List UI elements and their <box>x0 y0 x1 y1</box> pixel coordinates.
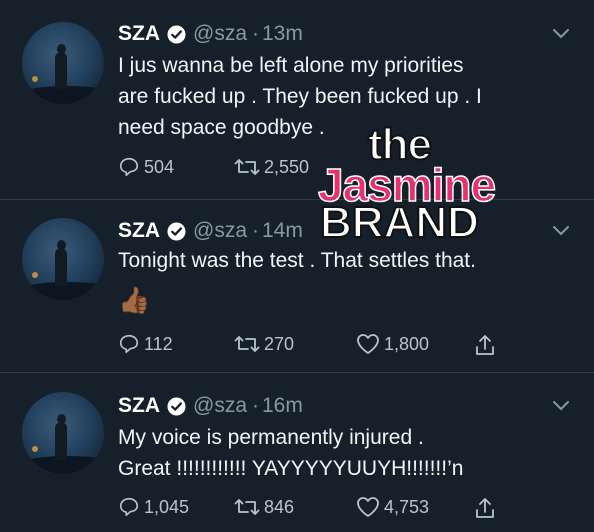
avatar[interactable] <box>22 392 104 474</box>
like-button[interactable]: 4,753 <box>356 496 429 518</box>
tweet-text: Tonight was the test . That settles that… <box>118 249 476 272</box>
user-handle[interactable]: @sza <box>193 219 247 243</box>
tweet-header: SZA @sza · 13m <box>118 22 303 46</box>
retweet-button[interactable]: 270 <box>234 333 294 355</box>
retweet-count: 846 <box>264 496 295 517</box>
timestamp[interactable]: 16m <box>262 394 303 418</box>
tweet-actions: 112 270 1,800 <box>118 333 538 357</box>
separator-dot: · <box>252 394 259 417</box>
retweet-count: 2,550 <box>264 156 310 177</box>
user-handle[interactable]: @sza <box>193 394 247 418</box>
chevron-down-icon[interactable] <box>552 28 570 40</box>
tweet-1[interactable]: SZA @sza · 13m I jus wanna be left alone… <box>0 0 594 200</box>
thumbs-up-emoji: 👍🏾 <box>118 285 151 315</box>
tweet-2[interactable]: SZA @sza · 14m Tonight was the test . Th… <box>0 201 594 373</box>
avatar[interactable] <box>22 218 104 300</box>
share-icon <box>476 498 494 518</box>
retweet-icon <box>234 336 260 352</box>
share-icon <box>476 335 494 355</box>
reply-icon <box>119 497 139 517</box>
avatar[interactable] <box>22 22 104 104</box>
reply-count: 504 <box>144 156 175 177</box>
retweet-count: 270 <box>264 333 295 354</box>
separator-dot: · <box>252 219 259 242</box>
retweet-icon <box>234 159 260 175</box>
share-button[interactable] <box>474 496 500 520</box>
tweet-text: My voice is permanently injured . Great … <box>118 426 464 480</box>
tweet-actions: 1,045 846 4,753 <box>118 496 538 520</box>
retweet-button[interactable]: 846 <box>234 496 294 518</box>
heart-icon <box>357 334 379 354</box>
user-handle[interactable]: @sza <box>193 22 247 46</box>
verified-badge-icon <box>167 24 186 44</box>
reply-count: 112 <box>144 333 173 354</box>
chevron-down-icon[interactable] <box>552 225 570 237</box>
display-name[interactable]: SZA <box>118 219 160 243</box>
retweet-button[interactable]: 2,550 <box>234 156 309 178</box>
reply-count: 1,045 <box>144 496 190 517</box>
share-button[interactable] <box>474 333 500 357</box>
reply-button[interactable]: 112 <box>118 333 173 355</box>
timestamp[interactable]: 13m <box>262 22 303 46</box>
verified-badge-icon <box>167 221 186 241</box>
reply-icon <box>119 157 139 177</box>
tweet-header: SZA @sza · 16m <box>118 394 303 418</box>
verified-badge-icon <box>167 396 186 416</box>
tweet-text: I jus wanna be left alone my priorities … <box>118 54 482 139</box>
like-button[interactable]: 1,800 <box>356 333 429 355</box>
tweet-actions: 504 2,550 <box>118 156 538 180</box>
tweet-header: SZA @sza · 14m <box>118 219 303 243</box>
reply-button[interactable]: 504 <box>118 156 174 178</box>
like-count: 4,753 <box>384 496 430 517</box>
tweet-3[interactable]: SZA @sza · 16m My voice is permanently i… <box>0 374 594 532</box>
display-name[interactable]: SZA <box>118 22 160 46</box>
timestamp[interactable]: 14m <box>262 219 303 243</box>
separator-dot: · <box>252 22 259 45</box>
reply-button[interactable]: 1,045 <box>118 496 189 518</box>
reply-icon <box>119 334 139 354</box>
display-name[interactable]: SZA <box>118 394 160 418</box>
heart-icon <box>357 497 379 517</box>
retweet-icon <box>234 499 260 515</box>
chevron-down-icon[interactable] <box>552 400 570 412</box>
like-count: 1,800 <box>384 333 430 354</box>
